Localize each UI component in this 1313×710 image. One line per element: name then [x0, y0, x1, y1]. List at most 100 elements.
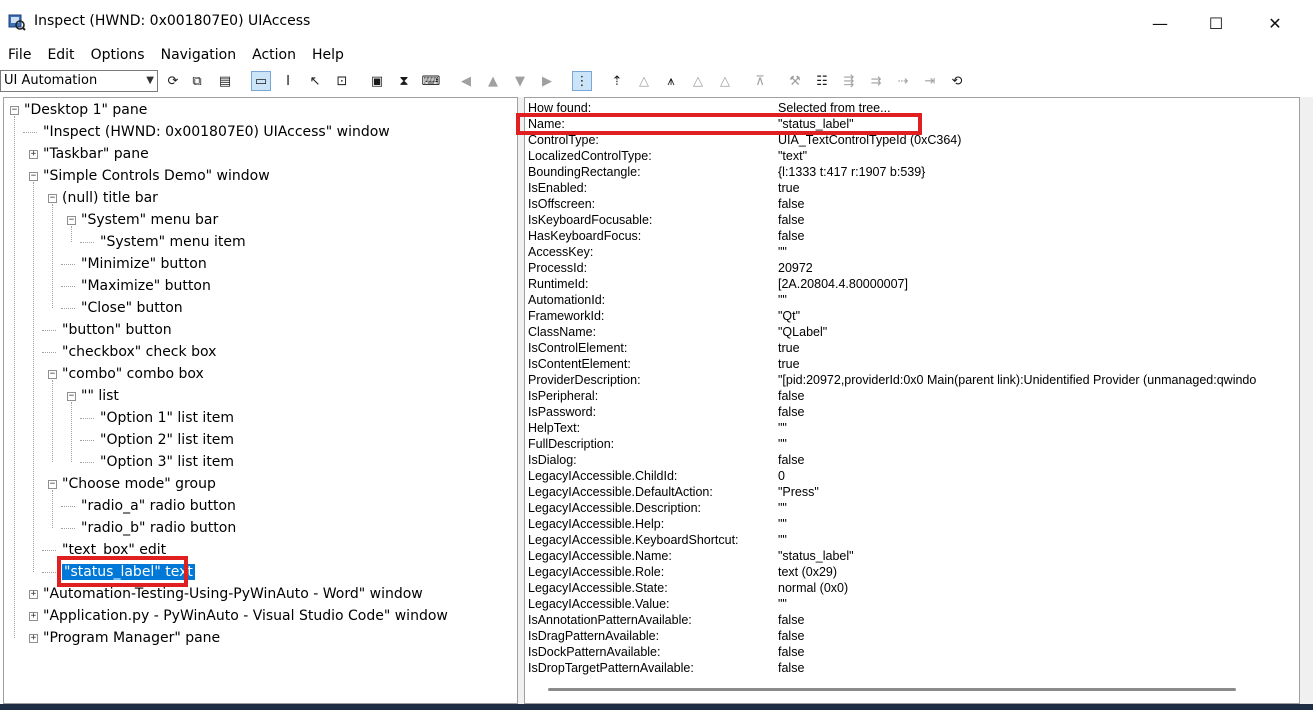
- invoke-icon[interactable]: ⇢: [893, 71, 913, 91]
- nav-back-icon[interactable]: ◀: [456, 71, 476, 91]
- tree-node[interactable]: "Maximize" button: [81, 275, 211, 297]
- properties-pane[interactable]: How found: Selected from tree... Name: "sta…: [524, 97, 1300, 704]
- tree-branch-icon[interactable]: ⊼: [750, 71, 770, 91]
- expand-node-icon[interactable]: +: [29, 612, 38, 621]
- focus-tracking-icon[interactable]: ⊡: [332, 71, 352, 91]
- highlight-rect-icon[interactable]: ▭: [251, 71, 271, 91]
- go-parent-icon[interactable]: ⇡: [607, 71, 627, 91]
- nav-forward-icon[interactable]: ▶: [537, 71, 557, 91]
- property-row[interactable]: ProcessId: 20972: [528, 260, 1298, 276]
- tree-node[interactable]: "Application.py - PyWinAuto - Visual Stu…: [43, 605, 448, 627]
- tree-node[interactable]: "Option 2" list item: [100, 429, 234, 451]
- element-tree[interactable]: − "Desktop 1" pane "Inspect (HWND: 0x00180…: [3, 97, 518, 704]
- hourglass-icon[interactable]: ⧗: [394, 71, 414, 91]
- tree-node[interactable]: "Minimize" button: [81, 253, 207, 275]
- property-row[interactable]: IsEnabled: true: [528, 180, 1298, 196]
- tree-node[interactable]: "combo" combo box: [62, 363, 204, 385]
- menu-options[interactable]: Options: [83, 44, 153, 66]
- property-row[interactable]: FullDescription: "": [528, 436, 1298, 452]
- tree-node[interactable]: "checkbox" check box: [62, 341, 216, 363]
- window-icon[interactable]: ▣: [367, 71, 387, 91]
- expand-icon[interactable]: ⇶: [839, 71, 859, 91]
- property-row[interactable]: IsKeyboardFocusable: false: [528, 212, 1298, 228]
- collapse-node-icon[interactable]: −: [48, 194, 57, 203]
- maximize-button[interactable]: ☐: [1193, 8, 1239, 38]
- property-row[interactable]: LegacyIAccessible.Name: "status_label": [528, 548, 1298, 564]
- collapse-icon[interactable]: ⇉: [866, 71, 886, 91]
- property-row[interactable]: LegacyIAccessible.Role: text (0x29): [528, 564, 1298, 580]
- pattern-icon[interactable]: ⚒: [785, 71, 805, 91]
- property-row[interactable]: RuntimeId: [2A.20804.4.80000007]: [528, 276, 1298, 292]
- tree-node[interactable]: "Option 1" list item: [100, 407, 234, 429]
- horizontal-scrollbar[interactable]: [548, 688, 1236, 691]
- property-row[interactable]: LegacyIAccessible.Description: "": [528, 500, 1298, 516]
- collapse-node-icon[interactable]: −: [10, 106, 19, 115]
- list-view-icon[interactable]: ☷: [812, 71, 832, 91]
- settings-refresh-icon[interactable]: ⟲: [947, 71, 967, 91]
- property-row[interactable]: AccessKey: "": [528, 244, 1298, 260]
- tree-node[interactable]: "Simple Controls Demo" window: [43, 165, 270, 187]
- menu-help[interactable]: Help: [304, 44, 352, 66]
- caret-tracking-icon[interactable]: I: [278, 71, 298, 91]
- tree-node[interactable]: "radio_a" radio button: [81, 495, 236, 517]
- copy-icon[interactable]: ⧉: [187, 71, 207, 91]
- property-row[interactable]: LegacyIAccessible.DefaultAction: "Press": [528, 484, 1298, 500]
- mode-select[interactable]: UI Automation ▼: [0, 70, 158, 92]
- tree-node[interactable]: (null) title bar: [62, 187, 158, 209]
- menu-file[interactable]: File: [0, 44, 39, 66]
- property-row[interactable]: LegacyIAccessible.State: normal (0x0): [528, 580, 1298, 596]
- menu-edit[interactable]: Edit: [39, 44, 82, 66]
- property-row[interactable]: BoundingRectangle: {l:1333 t:417 r:1907 b…: [528, 164, 1298, 180]
- vertical-scrollbar[interactable]: [1300, 97, 1313, 704]
- toggle-icon[interactable]: ⇥: [920, 71, 940, 91]
- tree-node[interactable]: "" list: [81, 385, 119, 407]
- expand-node-icon[interactable]: +: [29, 590, 38, 599]
- collapse-node-icon[interactable]: −: [29, 172, 38, 181]
- tree-node[interactable]: "Option 3" list item: [100, 451, 234, 473]
- collapse-node-icon[interactable]: −: [48, 370, 57, 379]
- minimize-button[interactable]: —: [1137, 8, 1183, 38]
- collapse-node-icon[interactable]: −: [48, 480, 57, 489]
- property-row[interactable]: ClassName: "QLabel": [528, 324, 1298, 340]
- property-row[interactable]: LegacyIAccessible.KeyboardShortcut: "": [528, 532, 1298, 548]
- tree-node[interactable]: "radio_b" radio button: [81, 517, 236, 539]
- keyboard-icon[interactable]: ⌨: [421, 71, 441, 91]
- tree-node[interactable]: "Inspect (HWND: 0x001807E0) UIAccess" wi…: [43, 121, 390, 143]
- property-row[interactable]: IsControlElement: true: [528, 340, 1298, 356]
- menu-navigation[interactable]: Navigation: [153, 44, 245, 66]
- property-row[interactable]: LegacyIAccessible.Value: "": [528, 596, 1298, 612]
- go-first-child-icon[interactable]: △: [634, 71, 654, 91]
- property-row[interactable]: LegacyIAccessible.Help: "": [528, 516, 1298, 532]
- property-row[interactable]: FrameworkId: "Qt": [528, 308, 1298, 324]
- property-row[interactable]: LocalizedControlType: "text": [528, 148, 1298, 164]
- property-row[interactable]: HasKeyboardFocus: false: [528, 228, 1298, 244]
- close-button[interactable]: ✕: [1252, 8, 1298, 38]
- go-last-child-icon[interactable]: △: [715, 71, 735, 91]
- property-row[interactable]: IsDropTargetPatternAvailable: false: [528, 660, 1298, 676]
- tree-node[interactable]: "Taskbar" pane: [43, 143, 149, 165]
- property-row[interactable]: HelpText: "": [528, 420, 1298, 436]
- expand-node-icon[interactable]: +: [29, 634, 38, 643]
- tree-node[interactable]: "System" menu item: [100, 231, 246, 253]
- expand-node-icon[interactable]: +: [29, 150, 38, 159]
- tree-node[interactable]: "System" menu bar: [81, 209, 218, 231]
- property-row[interactable]: IsContentElement: true: [528, 356, 1298, 372]
- collapse-node-icon[interactable]: −: [67, 216, 76, 225]
- property-row[interactable]: IsPassword: false: [528, 404, 1298, 420]
- nav-down-icon[interactable]: ▼: [510, 71, 530, 91]
- property-row[interactable]: IsDialog: false: [528, 452, 1298, 468]
- refresh-icon[interactable]: ⟳: [163, 71, 183, 91]
- property-row[interactable]: IsDragPatternAvailable: false: [528, 628, 1298, 644]
- collapse-node-icon[interactable]: −: [67, 392, 76, 401]
- tree-node[interactable]: "button" button: [62, 319, 172, 341]
- properties-icon[interactable]: ▤: [215, 71, 235, 91]
- property-row[interactable]: LegacyIAccessible.ChildId: 0: [528, 468, 1298, 484]
- tree-node[interactable]: "Choose mode" group: [62, 473, 216, 495]
- menu-action[interactable]: Action: [244, 44, 304, 66]
- tree-node[interactable]: "Desktop 1" pane: [24, 99, 147, 121]
- go-prev-sibling-icon[interactable]: △: [688, 71, 708, 91]
- property-row[interactable]: IsOffscreen: false: [528, 196, 1298, 212]
- tree-node[interactable]: "Close" button: [81, 297, 183, 319]
- tree-view-icon[interactable]: ⋮: [572, 71, 592, 91]
- pointer-icon[interactable]: ↖: [305, 71, 325, 91]
